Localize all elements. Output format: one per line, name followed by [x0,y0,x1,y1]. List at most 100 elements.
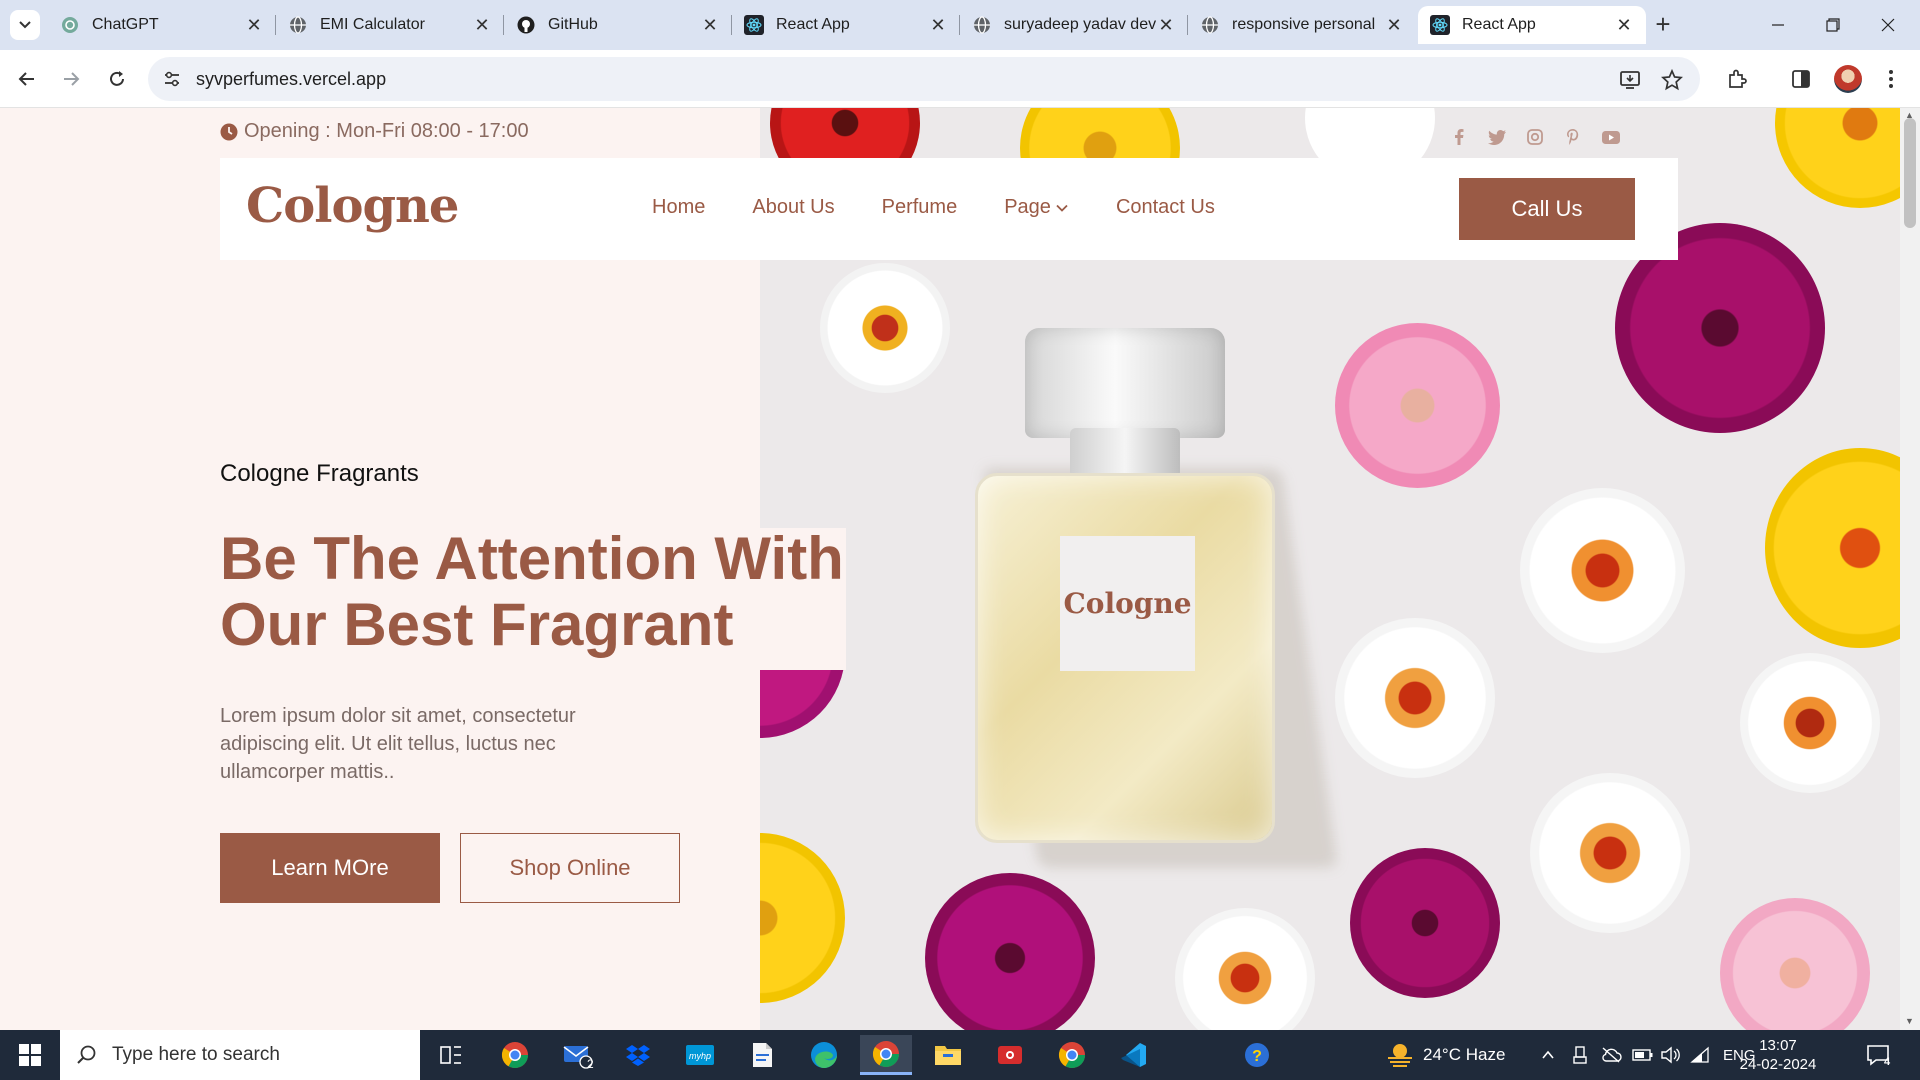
tab-title: GitHub [548,16,598,33]
nav-contact-us[interactable]: Contact Us [1116,196,1215,219]
cloud-sync-icon[interactable] [1600,1030,1622,1080]
tab-responsive-personal[interactable]: responsive personal ✕ [1188,6,1416,44]
tab-react-app[interactable]: React App ✕ [732,6,960,44]
bottle-cap [1025,328,1225,438]
bookmark-star-icon[interactable] [1660,68,1684,92]
minimize-button[interactable] [1751,8,1805,42]
tab-react-app-active[interactable]: React App ✕ [1418,6,1646,44]
close-icon[interactable]: ✕ [1156,15,1176,35]
url-text[interactable]: syvperfumes.vercel.app [196,69,386,90]
wifi-icon[interactable] [1690,1030,1710,1080]
twitter-icon[interactable] [1488,128,1506,146]
nav-page-label: Page [1004,196,1051,218]
github-icon [516,15,536,35]
globe-icon [1200,15,1220,35]
battery-icon[interactable] [1632,1030,1654,1080]
arrow-left-icon [18,72,34,86]
flower-decoration [1740,653,1880,793]
task-view-icon[interactable] [425,1035,477,1075]
bottle-label-text: Cologne [1063,587,1192,620]
profile-avatar[interactable] [1834,65,1862,93]
start-button[interactable] [0,1030,60,1080]
nav-home[interactable]: Home [652,196,705,219]
side-panel-button[interactable] [1786,64,1816,94]
close-icon[interactable]: ✕ [244,15,264,35]
bottle-neck [1070,428,1180,478]
chrome-profile-icon[interactable] [489,1035,541,1075]
chrome-icon[interactable] [860,1035,912,1075]
edge-icon[interactable] [798,1035,850,1075]
dropbox-icon[interactable] [612,1035,664,1075]
usb-icon[interactable] [1571,1030,1589,1080]
nav-perfume[interactable]: Perfume [882,196,958,219]
nav-page-dropdown[interactable]: Page [1004,196,1069,219]
site-settings-icon[interactable] [162,69,182,89]
tab-chatgpt[interactable]: ChatGPT ✕ [48,6,276,44]
windows-icon [19,1044,41,1066]
show-hidden-icons[interactable] [1540,1030,1556,1080]
close-icon[interactable]: ✕ [928,15,948,35]
back-button[interactable] [12,64,42,94]
flower-decoration [820,263,950,393]
close-window-button[interactable] [1861,8,1915,42]
extensions-button[interactable] [1722,64,1752,94]
pinterest-icon[interactable] [1564,128,1582,146]
document-viewer-icon[interactable] [736,1035,788,1075]
tab-suryadeep-yadav[interactable]: suryadeep yadav dev ✕ [960,6,1188,44]
myhp-icon[interactable]: myhp [674,1035,726,1075]
scrollbar-thumb[interactable] [1904,118,1916,228]
video-recorder-icon[interactable] [984,1035,1036,1075]
forward-button[interactable] [56,64,86,94]
scroll-down-icon[interactable]: ▼ [1905,1016,1914,1026]
page-scrollbar[interactable]: ▲ ▼ [1900,108,1920,1030]
install-app-icon[interactable] [1618,68,1642,92]
mail-badge: 2 [587,1057,594,1071]
youtube-icon[interactable] [1602,128,1620,146]
tab-github[interactable]: GitHub ✕ [504,6,732,44]
chrome-alt-profile-icon[interactable] [1046,1035,1098,1075]
tab-title: EMI Calculator [320,16,425,33]
weather-text: 24°C Haze [1423,1045,1506,1064]
notification-center-button[interactable]: 4 [1866,1030,1892,1080]
flower-decoration [1335,618,1495,778]
close-icon[interactable]: ✕ [1384,15,1404,35]
vscode-icon[interactable] [1108,1035,1160,1075]
taskbar-search[interactable]: Type here to search [60,1030,420,1080]
tab-title: suryadeep yadav dev [1004,16,1156,33]
reload-icon [110,71,124,86]
react-icon [744,15,764,35]
flower-decoration [760,833,845,1003]
minimize-icon [1772,24,1784,26]
learn-more-button[interactable]: Learn MOre [220,833,440,903]
social-links [1450,128,1620,146]
new-tab-button[interactable]: + [1648,10,1678,40]
file-explorer-icon[interactable] [922,1035,974,1075]
close-icon[interactable]: ✕ [700,15,720,35]
menu-button[interactable] [1876,64,1906,94]
reload-button[interactable] [102,64,132,94]
shop-online-button[interactable]: Shop Online [460,833,680,903]
mail-icon[interactable]: 2 [552,1035,604,1075]
close-icon[interactable]: ✕ [472,15,492,35]
flower-decoration [1350,848,1500,998]
tab-search-button[interactable] [10,10,40,40]
tab-title: React App [1462,16,1536,33]
clock-time: 13:07 [1759,1037,1797,1054]
react-icon [1430,15,1450,35]
weather-widget[interactable]: 24°C Haze [1385,1030,1505,1080]
facebook-icon[interactable] [1450,128,1468,146]
tab-emi-calculator[interactable]: EMI Calculator ✕ [276,6,504,44]
help-icon[interactable]: ? [1232,1035,1284,1075]
haze-sun-icon [1388,1044,1412,1067]
instagram-icon[interactable] [1526,128,1544,146]
close-icon[interactable]: ✕ [1614,15,1634,35]
address-bar[interactable]: syvperfumes.vercel.app [148,57,1700,101]
volume-icon[interactable] [1660,1030,1680,1080]
call-us-button[interactable]: Call Us [1459,178,1635,240]
close-icon [1881,18,1895,32]
opening-hours: Opening : Mon-Fri 08:00 - 17:00 [220,120,529,143]
restore-button[interactable] [1806,8,1860,42]
system-clock[interactable]: 13:07 24-02-2024 [1728,1036,1828,1074]
site-logo[interactable]: Cologne [246,178,459,234]
nav-about-us[interactable]: About Us [752,196,834,219]
